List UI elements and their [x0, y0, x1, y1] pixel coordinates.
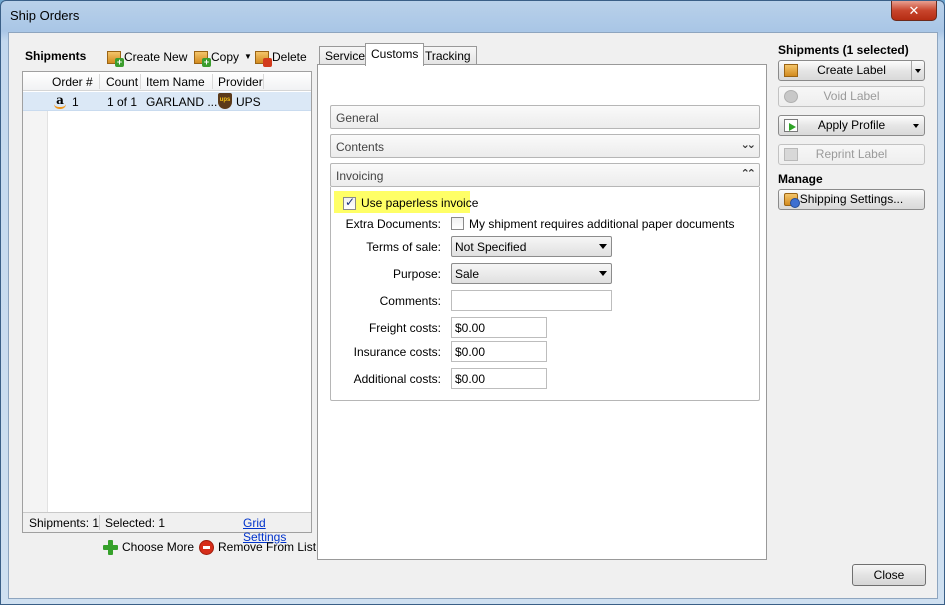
box-copy-icon: + [194, 50, 211, 67]
selected-count: Selected: 1 [105, 516, 166, 530]
section-general[interactable]: General [330, 105, 760, 129]
void-label-text: Void Label [823, 89, 880, 103]
label-icon [784, 64, 798, 77]
chevron-down-icon: ▼ [244, 52, 252, 61]
ship-orders-window: Ship Orders ✕ Shipments + Create New + C… [0, 0, 945, 605]
shipping-settings-text: Shipping Settings... [799, 192, 904, 206]
paperless-invoice-checkbox[interactable] [343, 195, 356, 210]
insurance-costs-label: Insurance costs: [353, 345, 441, 359]
row-gutter [23, 92, 48, 512]
void-icon [784, 90, 798, 103]
section-contents-title: Contents [336, 140, 385, 154]
section-invoicing-title: Invoicing [336, 169, 384, 183]
section-contents[interactable]: Contents ⌄⌄ [330, 134, 760, 158]
grid-header: Order # Count Item Name Provider [23, 72, 311, 91]
section-general-title: General [336, 111, 379, 125]
collapse-chevron-icon[interactable]: ⌃⌃ [741, 167, 757, 180]
tab-service[interactable]: Service [319, 46, 372, 65]
column-header-count[interactable]: Count [106, 75, 138, 89]
amazon-icon: a [53, 94, 67, 109]
tab-tracking[interactable]: Tracking [419, 46, 477, 65]
chevron-down-icon [913, 124, 919, 128]
create-label-button[interactable]: Create Label [778, 60, 925, 81]
customs-tab-panel: General Contents ⌄⌄ Invoicing ⌃⌃ Use pap… [317, 64, 767, 560]
choose-more-button[interactable]: Choose More [103, 538, 194, 556]
freight-costs-input[interactable] [451, 317, 547, 338]
delete-button[interactable]: Delete [255, 48, 307, 67]
apply-profile-text: Apply Profile [817, 118, 886, 132]
box-delete-icon [255, 50, 272, 67]
remove-from-list-label: Remove From List [218, 540, 317, 554]
section-invoicing[interactable]: Invoicing ⌃⌃ [330, 163, 760, 187]
extra-documents-text[interactable]: My shipment requires additional paper do… [469, 217, 734, 231]
remove-icon [199, 539, 214, 555]
title-bar[interactable]: Ship Orders ✕ [1, 1, 944, 31]
plus-icon [103, 539, 118, 555]
column-header-order[interactable]: Order # [52, 75, 93, 89]
printer-icon [784, 148, 798, 161]
grid-footer: Shipments: 1 Selected: 1 Grid Settings [23, 512, 311, 544]
void-label-button[interactable]: Void Label [778, 86, 925, 107]
settings-icon [784, 193, 800, 208]
chevron-down-icon [915, 69, 921, 73]
reprint-label-button[interactable]: Reprint Label [778, 144, 925, 165]
create-new-button[interactable]: + Create New [107, 48, 188, 67]
insurance-costs-input[interactable] [451, 341, 547, 362]
paperless-invoice-label[interactable]: Use paperless invoice [361, 196, 478, 210]
additional-costs-input[interactable] [451, 368, 547, 389]
tab-customs[interactable]: Customs [365, 43, 425, 66]
copy-button[interactable]: + Copy ▼ [194, 48, 252, 67]
shipping-settings-button[interactable]: Shipping Settings... [778, 189, 925, 210]
dropdown-arrow-icon [599, 271, 607, 276]
cell-count: 1 of 1 [107, 95, 138, 109]
copy-label: Copy [211, 50, 240, 64]
extra-documents-checkbox[interactable] [451, 217, 464, 230]
window-title: Ship Orders [10, 8, 80, 23]
shipments-count: Shipments: 1 [29, 516, 100, 530]
choose-more-label: Choose More [122, 540, 195, 554]
close-button[interactable]: Close [852, 564, 926, 586]
dropdown-arrow-icon [599, 244, 607, 249]
invoicing-body: Use paperless invoice Extra Documents: M… [330, 187, 760, 401]
create-new-label: Create New [124, 50, 188, 64]
cell-order: 1 [72, 95, 79, 109]
column-header-item-name[interactable]: Item Name [146, 75, 205, 89]
cell-provider: UPS [236, 95, 261, 109]
freight-costs-label: Freight costs: [368, 321, 441, 335]
dialog-client-area: Shipments + Create New + Copy ▼ Delete O… [8, 32, 938, 599]
extra-documents-label: Extra Documents: [345, 217, 441, 231]
purpose-label: Purpose: [392, 267, 441, 281]
apply-profile-icon [784, 119, 798, 132]
apply-profile-button[interactable]: Apply Profile [778, 115, 925, 136]
create-label-text: Create Label [817, 63, 886, 77]
remove-from-list-button[interactable]: Remove From List [199, 538, 316, 556]
ups-icon: ups [218, 93, 232, 109]
purpose-select[interactable]: Sale [451, 263, 612, 284]
table-row[interactable]: a 1 1 of 1 GARLAND ... ups UPS [23, 92, 311, 111]
window-close-button[interactable]: ✕ [891, 1, 937, 21]
shipments-heading: Shipments [25, 49, 87, 63]
shipments-grid[interactable]: Order # Count Item Name Provider a 1 1 o… [22, 71, 312, 544]
additional-costs-label: Additional costs: [353, 372, 441, 386]
purpose-value: Sale [455, 267, 480, 281]
terms-of-sale-select[interactable]: Not Specified [451, 236, 612, 257]
reprint-label-text: Reprint Label [815, 147, 888, 161]
comments-input[interactable] [451, 290, 612, 311]
terms-of-sale-label: Terms of sale: [366, 240, 441, 254]
box-add-icon: + [107, 50, 124, 67]
cell-item-name: GARLAND ... [146, 95, 218, 109]
shipments-selected-heading: Shipments (1 selected) [778, 43, 909, 57]
manage-heading: Manage [778, 172, 823, 186]
create-label-dropdown[interactable] [911, 61, 924, 80]
expand-chevron-icon[interactable]: ⌄⌄ [741, 138, 757, 151]
delete-label: Delete [272, 50, 307, 64]
comments-label: Comments: [379, 294, 441, 308]
terms-of-sale-value: Not Specified [455, 240, 527, 254]
column-header-provider[interactable]: Provider [218, 75, 263, 89]
